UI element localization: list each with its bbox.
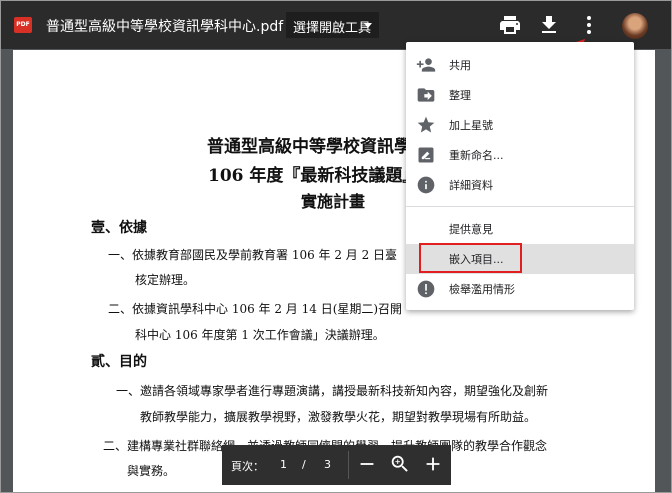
doc-title-line-2: 106 年度『最新科技議題』 — [208, 166, 420, 186]
section-heading-purpose: 貳、目的 — [91, 354, 147, 370]
doc-text-line: 科中心 106 年度第 1 次工作會議」決議辦理。 — [135, 328, 385, 342]
total-pages: 3 — [324, 458, 331, 471]
menu-item-share[interactable]: 共用 — [406, 50, 634, 80]
menu-item-feedback[interactable]: 提供意見 — [406, 214, 634, 244]
zoom-in-icon[interactable] — [389, 453, 411, 475]
zoom-out-icon[interactable] — [356, 453, 378, 475]
more-actions-menu: 共用 整理 加上星號 重新命名... 詳細資料 提供意見 嵌入項目... 檢舉濫… — [406, 42, 634, 310]
doc-text-line: 二、依據資訊學科中心 106 年 2 月 14 日(星期二)召開 — [108, 302, 403, 316]
page-separator: / — [302, 458, 306, 471]
menu-item-label: 檢舉濫用情形 — [449, 283, 515, 296]
info-icon — [417, 176, 435, 194]
pagebar-divider — [348, 451, 349, 479]
menu-item-rename[interactable]: 重新命名... — [406, 140, 634, 170]
star-icon — [417, 116, 435, 133]
add-person-icon — [416, 58, 436, 72]
menu-item-label: 詳細資料 — [449, 179, 493, 192]
menu-item-label: 提供意見 — [449, 223, 493, 236]
file-name: 普通型高級中等學校資訊學科中心.pdf — [46, 19, 284, 35]
doc-text-line: 與實務。 — [127, 464, 176, 478]
viewer-window: PDF 普通型高級中等學校資訊學科中心.pdf 選擇開啟工具 普通型高級中等學校… — [0, 0, 672, 493]
report-icon — [417, 280, 435, 298]
menu-item-label: 加上星號 — [449, 119, 493, 132]
plus-icon[interactable] — [422, 453, 444, 475]
menu-divider — [406, 206, 634, 207]
menu-item-label: 共用 — [449, 59, 471, 72]
doc-text-line: 一、邀請各領域專家學者進行專題演講，講授最新科技新知內容，期望強化及創新 — [116, 384, 549, 398]
menu-item-organize[interactable]: 整理 — [406, 80, 634, 110]
account-avatar[interactable] — [622, 13, 648, 39]
open-with-button[interactable]: 選擇開啟工具 — [286, 12, 379, 38]
doc-text-line: 核定辦理。 — [135, 273, 196, 287]
menu-item-star[interactable]: 加上星號 — [406, 110, 634, 140]
open-with-label: 選擇開啟工具 — [293, 21, 372, 36]
current-page-input[interactable]: 1 — [280, 458, 287, 471]
doc-text-line: 教師教學能力，擴展教學視野，激發教學火花，期望對教學現場有所助益。 — [140, 410, 537, 424]
doc-title-line-3: 實施計畫 — [301, 192, 366, 211]
folder-move-icon — [417, 88, 435, 102]
more-vert-icon[interactable] — [577, 13, 601, 37]
print-icon[interactable] — [498, 13, 522, 37]
annotation-highlight-box — [419, 243, 522, 273]
menu-item-report-abuse[interactable]: 檢舉濫用情形 — [406, 274, 634, 304]
doc-title-line-1: 普通型高級中等學校資訊學 — [207, 137, 411, 157]
pdf-file-icon: PDF — [14, 17, 32, 33]
section-heading-basis: 壹、依據 — [91, 220, 147, 236]
menu-item-label: 重新命名... — [449, 149, 504, 162]
menu-item-label: 整理 — [449, 89, 471, 102]
chevron-down-icon — [364, 23, 372, 28]
rename-icon — [418, 147, 434, 163]
doc-text-line: 一、依據教育部國民及學前教育署 106 年 2 月 2 日臺 — [108, 248, 398, 262]
download-icon[interactable] — [537, 13, 561, 37]
page-navigation-bar: 頁次： 1 / 3 — [222, 445, 451, 485]
menu-item-details[interactable]: 詳細資料 — [406, 170, 634, 200]
page-label: 頁次： — [231, 460, 264, 473]
